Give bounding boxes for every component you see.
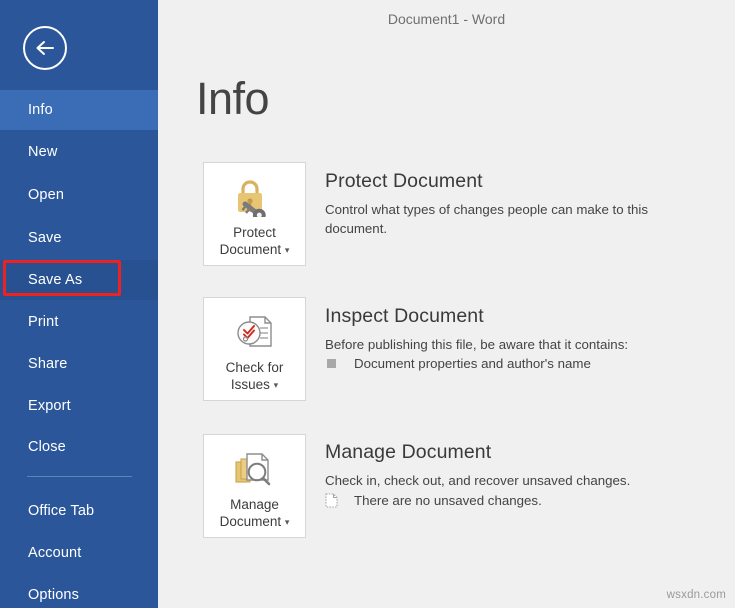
sidebar-item-label: New	[28, 144, 58, 160]
chevron-down-icon: ▾	[284, 516, 290, 527]
sidebar-item-options[interactable]: Options	[0, 575, 158, 608]
sidebar-item-label: Open	[28, 187, 65, 203]
check-for-issues-button-label: Check for Issues ▾	[224, 359, 286, 394]
dotted-document-icon	[325, 493, 338, 508]
check-for-issues-button[interactable]: Check for Issues ▾	[203, 297, 306, 401]
page-title: Info	[196, 73, 270, 124]
button-label-line1: Check for	[225, 360, 284, 375]
sidebar-item-label: Close	[28, 439, 66, 455]
watermark: wsxdn.com	[666, 589, 726, 601]
sidebar-item-share[interactable]: Share	[0, 344, 158, 384]
sidebar-item-label: Print	[28, 314, 59, 330]
square-bullet-icon	[325, 356, 338, 371]
chevron-down-icon: ▾	[273, 379, 279, 390]
protect-document-button[interactable]: Protect Document ▾	[203, 162, 306, 266]
sidebar-item-save[interactable]: Save	[0, 218, 158, 258]
sidebar-item-export[interactable]: Export	[0, 386, 158, 426]
sidebar-item-close[interactable]: Close	[0, 427, 158, 467]
button-label-line1: Protect	[233, 225, 276, 240]
button-label-line2: Document	[219, 242, 282, 257]
sidebar-item-open[interactable]: Open	[0, 175, 158, 215]
back-arrow-button[interactable]	[23, 26, 67, 70]
documents-magnifier-icon	[232, 447, 278, 491]
inspect-document-bullet-text: Document properties and author's name	[354, 356, 591, 371]
manage-document-bullet: There are no unsaved changes.	[325, 493, 542, 508]
sidebar-item-label: Share	[28, 356, 68, 372]
sidebar-item-save-as[interactable]: Save As	[0, 260, 158, 300]
window-title: Document1 - Word	[387, 11, 506, 27]
manage-document-bullet-text: There are no unsaved changes.	[354, 493, 542, 508]
sidebar-item-label: Account	[28, 545, 82, 561]
sidebar-item-print[interactable]: Print	[0, 302, 158, 342]
sidebar-item-label: Save As	[28, 272, 83, 288]
sidebar-item-office-tab[interactable]: Office Tab	[0, 491, 158, 531]
protect-document-button-label: Protect Document ▾	[218, 224, 292, 259]
manage-document-title: Manage Document	[325, 441, 492, 463]
padlock-key-icon	[232, 175, 278, 219]
manage-document-button[interactable]: Manage Document ▾	[203, 434, 306, 538]
chevron-down-icon: ▾	[284, 244, 290, 255]
backstage-main-panel: Document1 - Word Info Protect Document ▾…	[158, 0, 735, 608]
word-backstage-info-screen: Info New Open Save Save As Print Share E…	[0, 0, 735, 608]
document-check-icon	[233, 310, 277, 354]
manage-document-button-label: Manage Document ▾	[218, 496, 292, 531]
sidebar-item-account[interactable]: Account	[0, 533, 158, 573]
sidebar-item-label: Info	[28, 102, 53, 118]
sidebar-item-label: Save	[28, 230, 62, 246]
protect-document-title: Protect Document	[325, 170, 483, 192]
inspect-document-description: Before publishing this file, be aware th…	[325, 337, 629, 352]
inspect-document-title: Inspect Document	[325, 305, 484, 327]
sidebar-item-new[interactable]: New	[0, 132, 158, 172]
sidebar-item-label: Options	[28, 587, 80, 603]
inspect-document-bullet: Document properties and author's name	[325, 356, 591, 371]
button-label-line2: Issues	[230, 377, 270, 392]
button-label-line1: Manage	[230, 497, 279, 512]
back-arrow-icon	[34, 39, 56, 57]
sidebar-item-label: Export	[28, 398, 71, 414]
backstage-sidebar: Info New Open Save Save As Print Share E…	[0, 0, 158, 608]
sidebar-divider	[27, 476, 132, 477]
sidebar-item-info[interactable]: Info	[0, 90, 158, 130]
manage-document-description: Check in, check out, and recover unsaved…	[325, 473, 631, 488]
button-label-line2: Document	[219, 514, 282, 529]
protect-document-description: Control what types of changes people can…	[325, 202, 649, 236]
sidebar-item-label: Office Tab	[28, 503, 95, 519]
